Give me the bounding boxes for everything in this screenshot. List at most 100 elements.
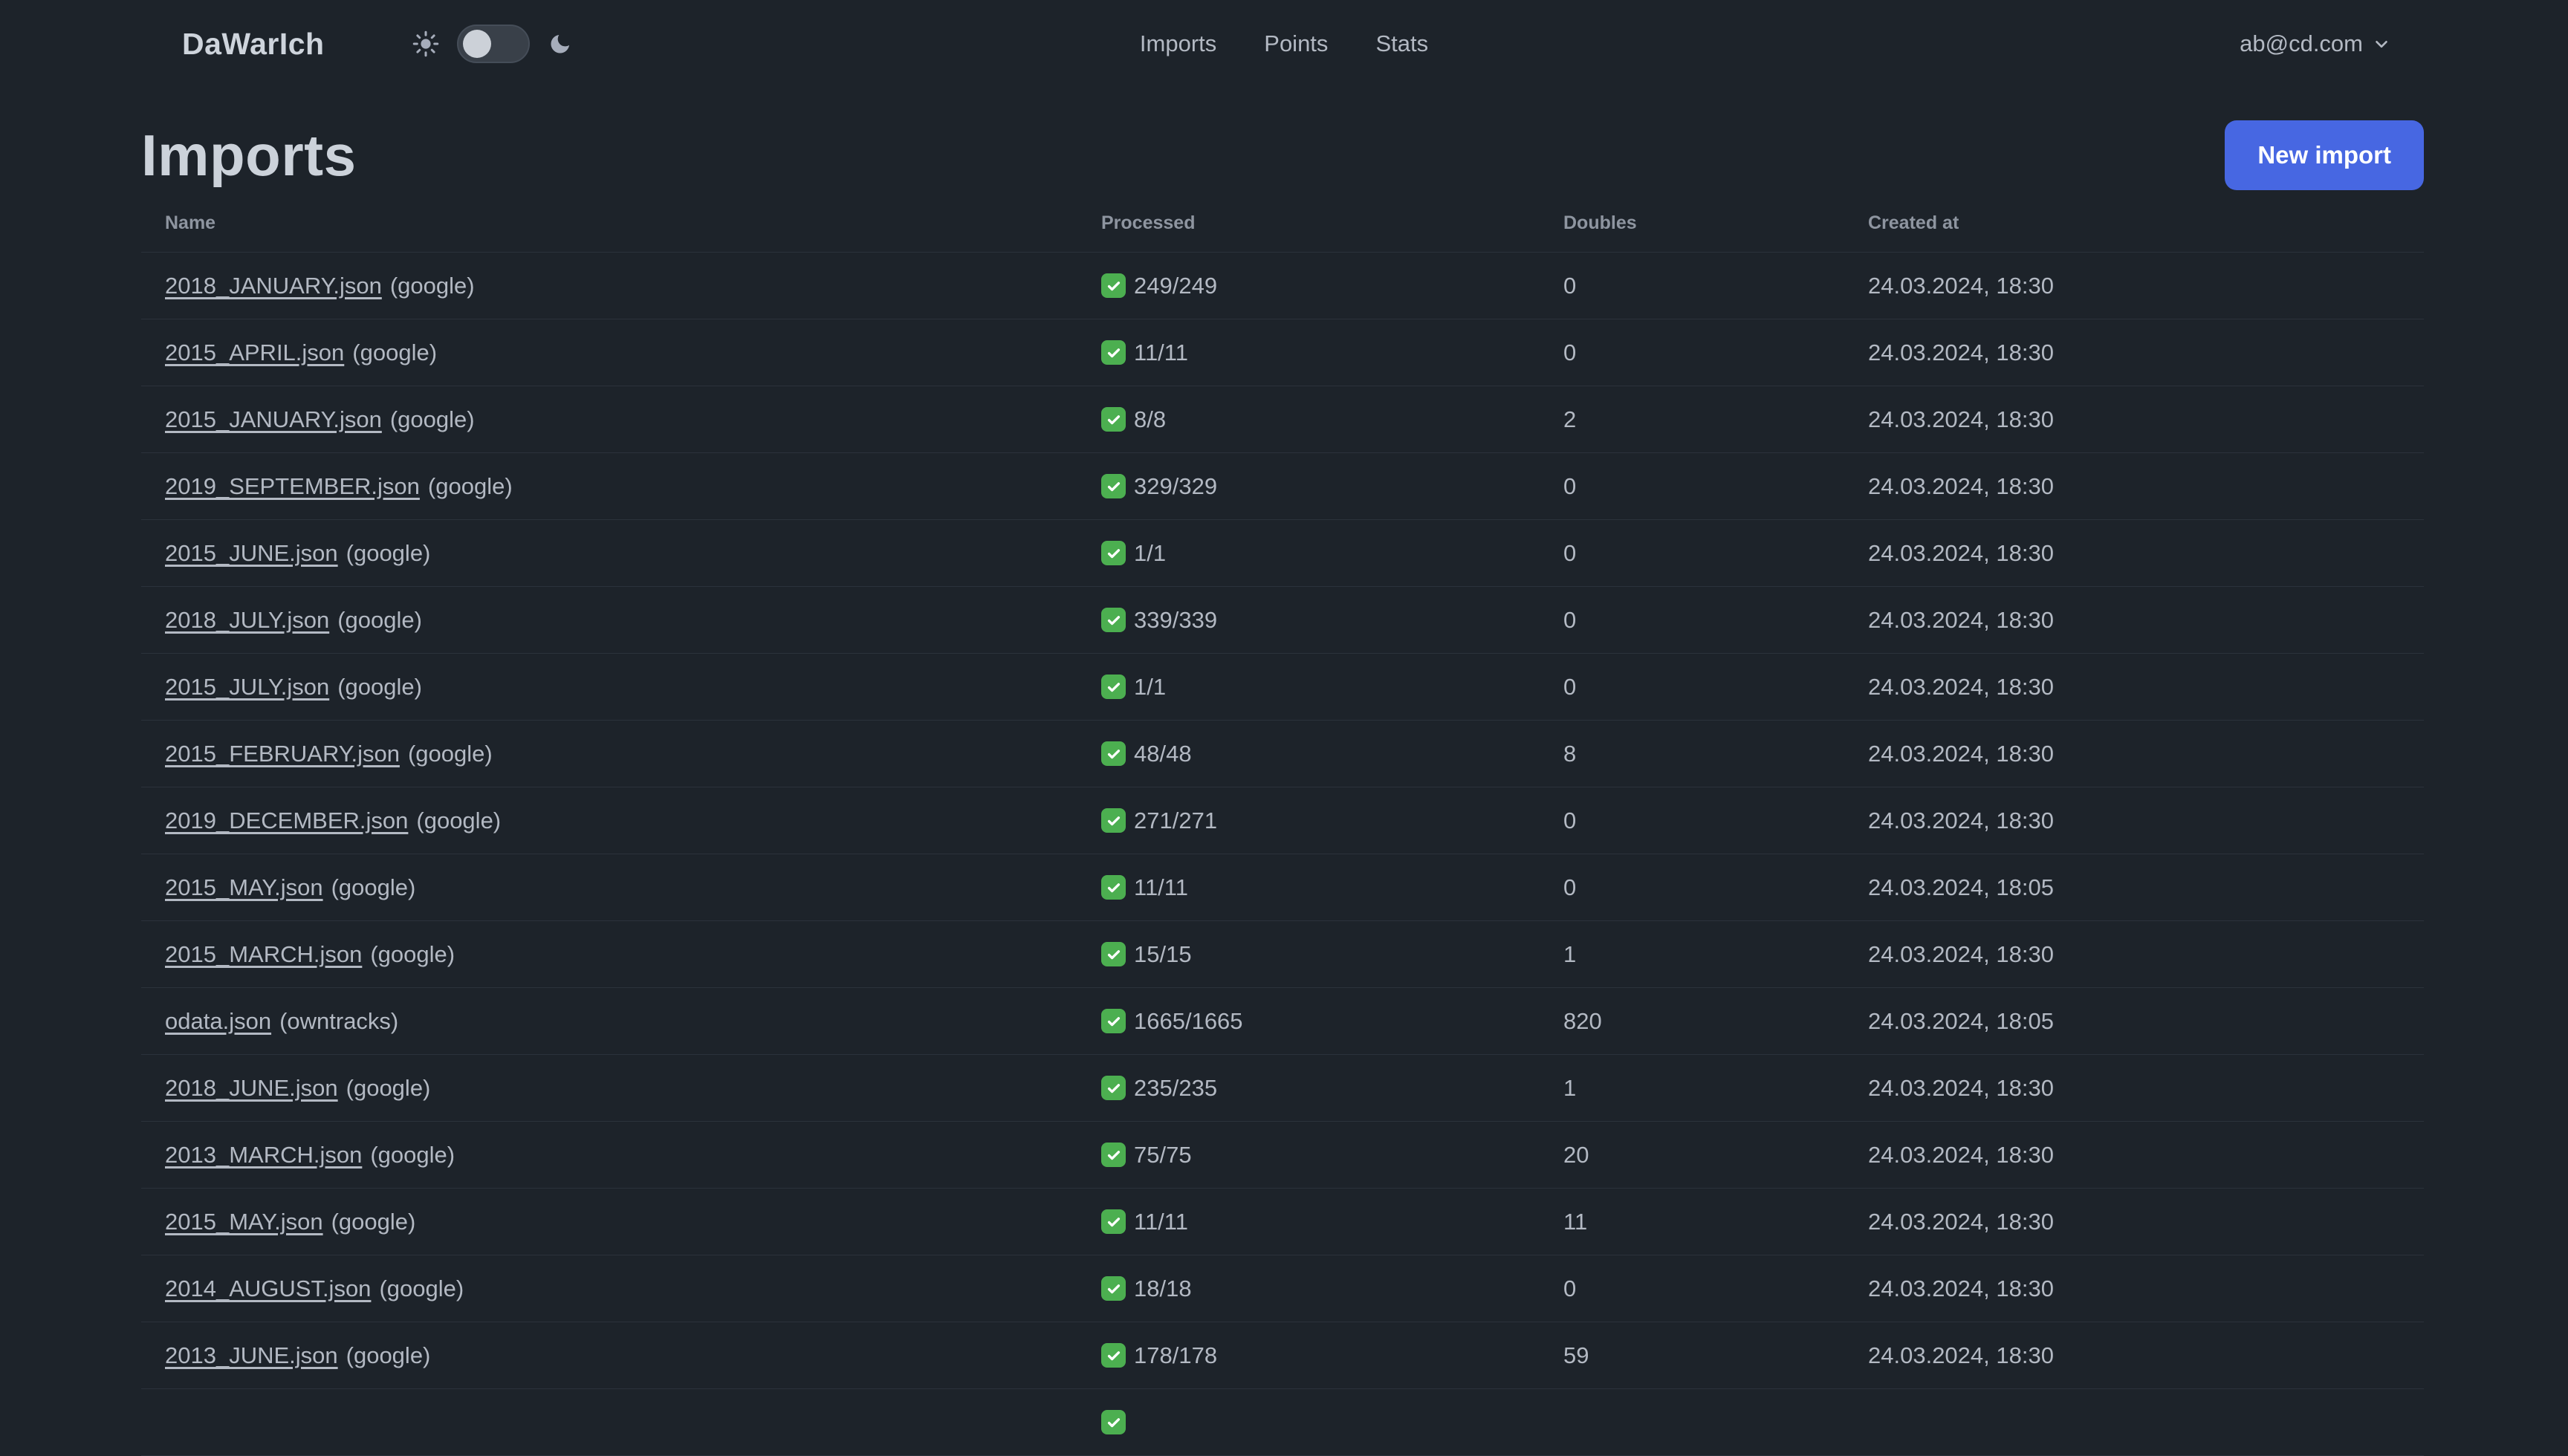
table-row: 2015_JULY.json (google) 1/1 0 24.03.2024,… <box>141 653 2424 721</box>
import-file-link[interactable]: 2015_JUNE.json <box>165 540 338 566</box>
processed-count: 1/1 <box>1134 673 1167 700</box>
success-check-icon <box>1101 741 1126 766</box>
import-source-label: (google) <box>337 606 422 633</box>
processed-count: 8/8 <box>1134 406 1167 432</box>
processed-count: 11/11 <box>1134 874 1188 900</box>
page-title: Imports <box>141 123 357 188</box>
table-row: 2014_AUGUST.json (google) 18/18 0 24.03.2… <box>141 1255 2424 1322</box>
table-header: Name Processed Doubles Created at <box>141 212 2424 253</box>
import-source-label: (google) <box>346 1074 431 1101</box>
success-check-icon <box>1101 808 1126 833</box>
import-file-link[interactable]: 2015_FEBRUARY.json <box>165 741 400 767</box>
chevron-down-icon <box>2372 34 2391 53</box>
import-file-link[interactable]: 2015_MARCH.json <box>165 941 362 967</box>
nav-link-imports[interactable]: Imports <box>1116 19 1240 69</box>
doubles-count: 0 <box>1563 452 1868 520</box>
processed-count: 48/48 <box>1134 740 1192 767</box>
import-file-link[interactable]: 2015_JANUARY.json <box>165 406 382 432</box>
success-check-icon <box>1101 1143 1126 1167</box>
created-at: 24.03.2024, 18:30 <box>1868 720 2424 787</box>
table-row: 2015_JUNE.json (google) 1/1 0 24.03.2024,… <box>141 519 2424 587</box>
nav-link-stats[interactable]: Stats <box>1352 19 1452 69</box>
user-menu[interactable]: ab@cd.com <box>2240 30 2391 57</box>
created-at: 24.03.2024, 18:05 <box>1868 854 2424 921</box>
moon-icon <box>548 31 573 56</box>
import-file-link[interactable]: 2019_SEPTEMBER.json <box>165 473 420 499</box>
success-check-icon <box>1101 1076 1126 1100</box>
created-at: 24.03.2024, 18:30 <box>1868 787 2424 854</box>
created-at: 24.03.2024, 18:05 <box>1868 987 2424 1055</box>
success-check-icon <box>1101 1009 1126 1033</box>
import-file-link[interactable]: 2018_JANUARY.json <box>165 273 382 299</box>
processed-count: 18/18 <box>1134 1275 1192 1301</box>
table-row: 2015_APRIL.json (google) 11/11 0 24.03.20… <box>141 319 2424 386</box>
nav-link-points[interactable]: Points <box>1240 19 1352 69</box>
imports-table-body: 2018_JANUARY.json (google) 249/249 0 24.0… <box>141 252 2424 1456</box>
navbar: DaWarIch Imports Points Stats ab@cd.com <box>0 0 2568 88</box>
import-source-label: (google) <box>331 1208 416 1235</box>
created-at: 24.03.2024, 18:30 <box>1868 586 2424 654</box>
nav-links: Imports Points Stats <box>1116 19 1452 69</box>
import-source-label: (google) <box>337 673 422 700</box>
doubles-count: 2 <box>1563 386 1868 453</box>
success-check-icon <box>1101 608 1126 632</box>
table-row: 2013_MARCH.json (google) 75/75 20 24.03.2… <box>141 1121 2424 1189</box>
import-file-link[interactable]: 2015_JULY.json <box>165 674 329 700</box>
import-source-label: (owntracks) <box>279 1007 399 1034</box>
import-file-link[interactable]: 2013_JUNE.json <box>165 1342 338 1368</box>
doubles-count: 0 <box>1563 854 1868 921</box>
import-file-link[interactable]: 2015_APRIL.json <box>165 339 344 365</box>
processed-count: 1665/1665 <box>1134 1007 1243 1034</box>
success-check-icon <box>1101 1410 1126 1434</box>
table-row: odata.json (owntracks) 1665/1665 820 24.0… <box>141 987 2424 1055</box>
import-file-link[interactable]: 2013_MARCH.json <box>165 1142 362 1168</box>
created-at: 24.03.2024, 18:30 <box>1868 319 2424 386</box>
success-check-icon <box>1101 407 1126 432</box>
processed-count: 11/11 <box>1134 339 1188 365</box>
sun-icon <box>412 30 439 57</box>
processed-count: 339/339 <box>1134 606 1218 633</box>
created-at: 24.03.2024, 18:30 <box>1868 1255 2424 1322</box>
import-file-link[interactable]: 2019_DECEMBER.json <box>165 807 408 833</box>
success-check-icon <box>1101 541 1126 565</box>
processed-count: 15/15 <box>1134 940 1192 967</box>
import-source-label: (google) <box>331 874 416 900</box>
created-at: 24.03.2024, 18:30 <box>1868 252 2424 319</box>
import-file-link[interactable]: 2015_MAY.json <box>165 874 323 900</box>
column-header-doubles: Doubles <box>1563 212 1868 253</box>
doubles-count: 0 <box>1563 1255 1868 1322</box>
import-file-link[interactable]: 2014_AUGUST.json <box>165 1275 371 1301</box>
processed-count: 249/249 <box>1134 272 1218 299</box>
success-check-icon <box>1101 474 1126 498</box>
created-at: 24.03.2024, 18:30 <box>1868 1054 2424 1122</box>
column-header-created-at: Created at <box>1868 212 2424 253</box>
import-file-link[interactable]: odata.json <box>165 1008 271 1034</box>
import-source-label: (google) <box>379 1275 464 1301</box>
table-row: 2015_MARCH.json (google) 15/15 1 24.03.20… <box>141 920 2424 988</box>
app-logo[interactable]: DaWarIch <box>182 27 325 62</box>
import-file-link[interactable]: 2018_JUNE.json <box>165 1075 338 1101</box>
success-check-icon <box>1101 875 1126 900</box>
new-import-button[interactable]: New import <box>2225 120 2424 190</box>
doubles-count: 0 <box>1563 519 1868 587</box>
processed-count: 178/178 <box>1134 1342 1218 1368</box>
table-row-clipped <box>141 1388 2424 1456</box>
table-row: 2018_JUNE.json (google) 235/235 1 24.03.2… <box>141 1054 2424 1122</box>
page-header: Imports New import <box>141 120 2424 190</box>
import-file-link[interactable]: 2018_JULY.json <box>165 607 329 633</box>
table-row: 2015_MAY.json (google) 11/11 0 24.03.2024… <box>141 854 2424 921</box>
doubles-count: 0 <box>1563 653 1868 721</box>
theme-toggle-group <box>412 25 573 63</box>
theme-toggle-switch[interactable] <box>456 25 530 63</box>
created-at: 24.03.2024, 18:30 <box>1868 653 2424 721</box>
import-file-link[interactable]: 2015_MAY.json <box>165 1209 323 1235</box>
success-check-icon <box>1101 942 1126 966</box>
doubles-count: 20 <box>1563 1121 1868 1189</box>
processed-count: 235/235 <box>1134 1074 1218 1101</box>
import-source-label: (google) <box>389 406 475 432</box>
success-check-icon <box>1101 273 1126 298</box>
doubles-count: 8 <box>1563 720 1868 787</box>
doubles-count: 0 <box>1563 787 1868 854</box>
created-at: 24.03.2024, 18:30 <box>1868 452 2424 520</box>
created-at: 24.03.2024, 18:30 <box>1868 386 2424 453</box>
